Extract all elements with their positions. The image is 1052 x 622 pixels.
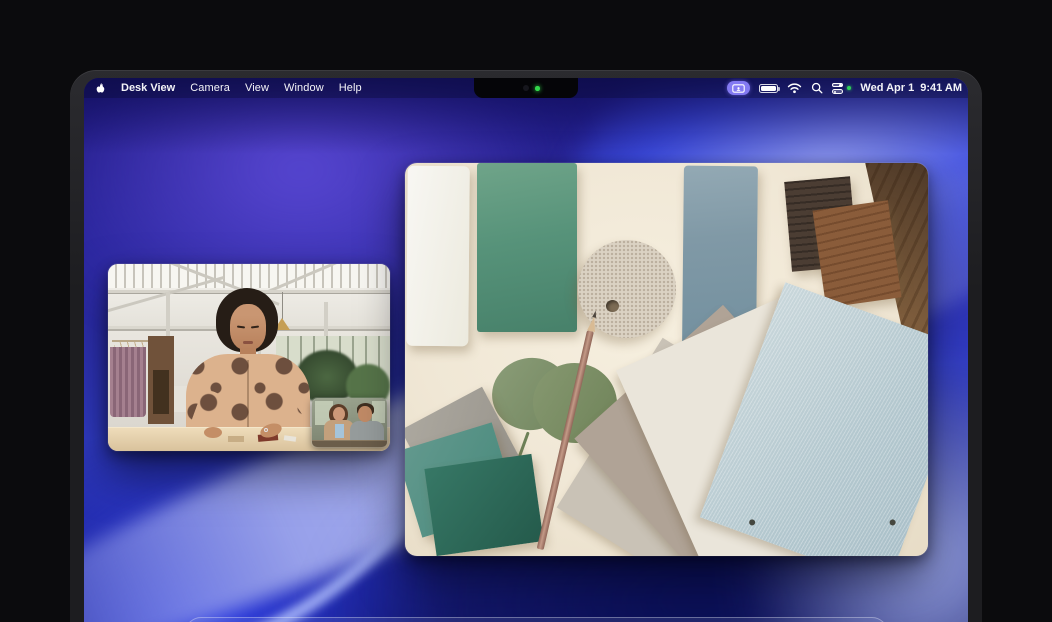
facetime-camera-lens [523, 85, 529, 91]
swatch-grommet [889, 519, 897, 527]
time-label: 9:41 AM [920, 82, 962, 94]
camera-active-light [535, 86, 540, 91]
pip-woman-face [333, 407, 345, 421]
control-center-group [832, 83, 851, 94]
felt-disc-hole [606, 300, 619, 312]
desk-swatch [228, 436, 244, 442]
date-label: Wed Apr 1 [860, 82, 914, 94]
apple-menu-icon[interactable] [94, 81, 106, 95]
facetime-window[interactable] [108, 264, 390, 451]
pencil-tip [587, 315, 598, 331]
hanging-garments [110, 347, 146, 417]
pip-participants-thumbnail[interactable] [312, 398, 387, 447]
presenter-ring [264, 428, 268, 432]
swatch-grommet [748, 519, 756, 527]
pendant-lamp-cord [282, 292, 283, 319]
macbook-bezel: Desk View Camera View Window Help [70, 70, 982, 622]
search-icon[interactable] [811, 82, 823, 94]
menu-window[interactable]: Window [284, 82, 324, 94]
pip-table-edge [312, 440, 387, 447]
white-tile-sample [406, 166, 470, 347]
blouse-placket [247, 360, 249, 430]
wifi-icon[interactable] [787, 82, 802, 94]
menu-help[interactable]: Help [339, 82, 362, 94]
dock[interactable] [185, 617, 888, 622]
pip-man-face [358, 406, 372, 422]
menu-camera[interactable]: Camera [190, 82, 230, 94]
display-notch [474, 78, 578, 98]
pip-window-pane [372, 401, 385, 423]
control-center-icon[interactable] [832, 83, 843, 94]
dark-green-tile-sample [424, 454, 543, 556]
menu-bar-left: Desk View Camera View Window Help [84, 81, 362, 95]
presenter-mouth [243, 341, 253, 344]
control-center-toggle-top [832, 83, 843, 88]
menu-bar-status: Wed Apr 1 9:41 AM [727, 81, 968, 95]
green-tile-sample [477, 163, 577, 332]
studio-skylight [108, 264, 390, 290]
camera-indicator-dot [847, 86, 851, 90]
fabric-swatch-fan [640, 291, 928, 556]
menu-view[interactable]: View [245, 82, 269, 94]
control-center-toggle-bottom [832, 89, 843, 94]
screen: Desk View Camera View Window Help [84, 78, 968, 622]
app-menu-desk-view[interactable]: Desk View [121, 82, 175, 94]
screen-sharing-icon[interactable] [727, 81, 750, 95]
wood-cabinet [148, 336, 174, 424]
presenter-hand [204, 427, 222, 438]
menu-bar-clock[interactable]: Wed Apr 1 9:41 AM [860, 82, 962, 94]
desk-view-window[interactable] [405, 163, 928, 556]
pip-woman-shirt [335, 424, 344, 438]
battery-icon[interactable] [759, 84, 778, 93]
